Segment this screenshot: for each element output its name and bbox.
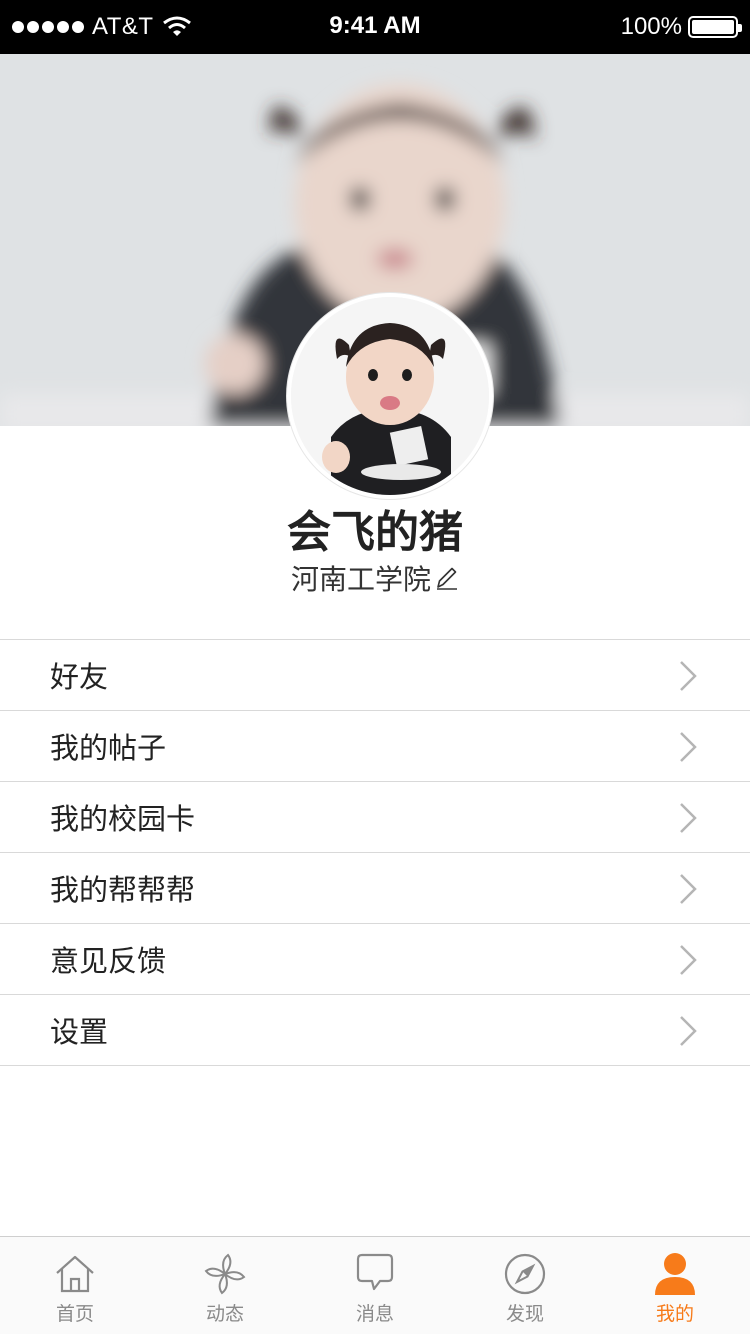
tab-label: 我的 — [655, 1303, 694, 1325]
tab-discover[interactable]: 发现 — [450, 1237, 600, 1334]
menu-item-label: 我的校园卡 — [50, 802, 196, 836]
menu-item-label: 我的帮帮帮 — [50, 873, 196, 907]
tab-feed[interactable]: 动态 — [150, 1237, 300, 1334]
menu-item-feedback[interactable]: 意见反馈 — [0, 924, 750, 995]
chevron-right-icon — [680, 661, 697, 691]
avatar-image — [291, 297, 489, 495]
menu-item-my-posts[interactable]: 我的帖子 — [0, 711, 750, 782]
chevron-right-icon — [680, 803, 697, 833]
menu-item-campus-card[interactable]: 我的校园卡 — [0, 782, 750, 853]
bottom-tab-bar: 首页 动态 消息 发现 我的 — [0, 1236, 750, 1334]
chat-bubble-icon — [356, 1253, 394, 1291]
tab-home[interactable]: 首页 — [0, 1237, 150, 1334]
chevron-right-icon — [680, 1016, 697, 1046]
status-bar: AT&T 9:41 AM 100% — [0, 0, 750, 54]
tab-messages[interactable]: 消息 — [300, 1237, 450, 1334]
tab-label: 首页 — [55, 1303, 94, 1325]
school-name: 河南工学院 — [290, 563, 431, 596]
menu-item-label: 好友 — [50, 660, 109, 694]
menu-item-friends[interactable]: 好友 — [0, 640, 750, 711]
menu-item-label: 设置 — [50, 1015, 109, 1049]
school-row[interactable]: 河南工学院 — [0, 558, 750, 598]
menu-item-settings[interactable]: 设置 — [0, 995, 750, 1066]
status-right: 100% — [620, 12, 742, 42]
chevron-right-icon — [680, 732, 697, 762]
menu-item-my-help[interactable]: 我的帮帮帮 — [0, 853, 750, 924]
menu-item-label: 意见反馈 — [50, 944, 167, 978]
pinwheel-icon — [204, 1253, 246, 1295]
chevron-right-icon — [680, 945, 697, 975]
profile-menu-list: 好友 我的帖子 我的校园卡 我的帮帮帮 意见反馈 设置 — [0, 639, 750, 1066]
compass-icon — [504, 1253, 546, 1295]
user-icon — [655, 1253, 695, 1295]
username: 会飞的猪 — [287, 507, 463, 558]
battery-percentage: 100% — [620, 13, 682, 40]
avatar[interactable] — [287, 293, 493, 499]
edit-pencil-icon[interactable] — [433, 565, 459, 591]
battery-icon — [688, 16, 742, 38]
tab-label: 发现 — [505, 1303, 544, 1325]
home-icon — [56, 1255, 94, 1293]
tab-label: 动态 — [205, 1303, 244, 1325]
tab-label: 消息 — [355, 1303, 394, 1325]
menu-item-label: 我的帖子 — [50, 731, 167, 765]
chevron-right-icon — [680, 874, 697, 904]
tab-me[interactable]: 我的 — [600, 1237, 750, 1334]
